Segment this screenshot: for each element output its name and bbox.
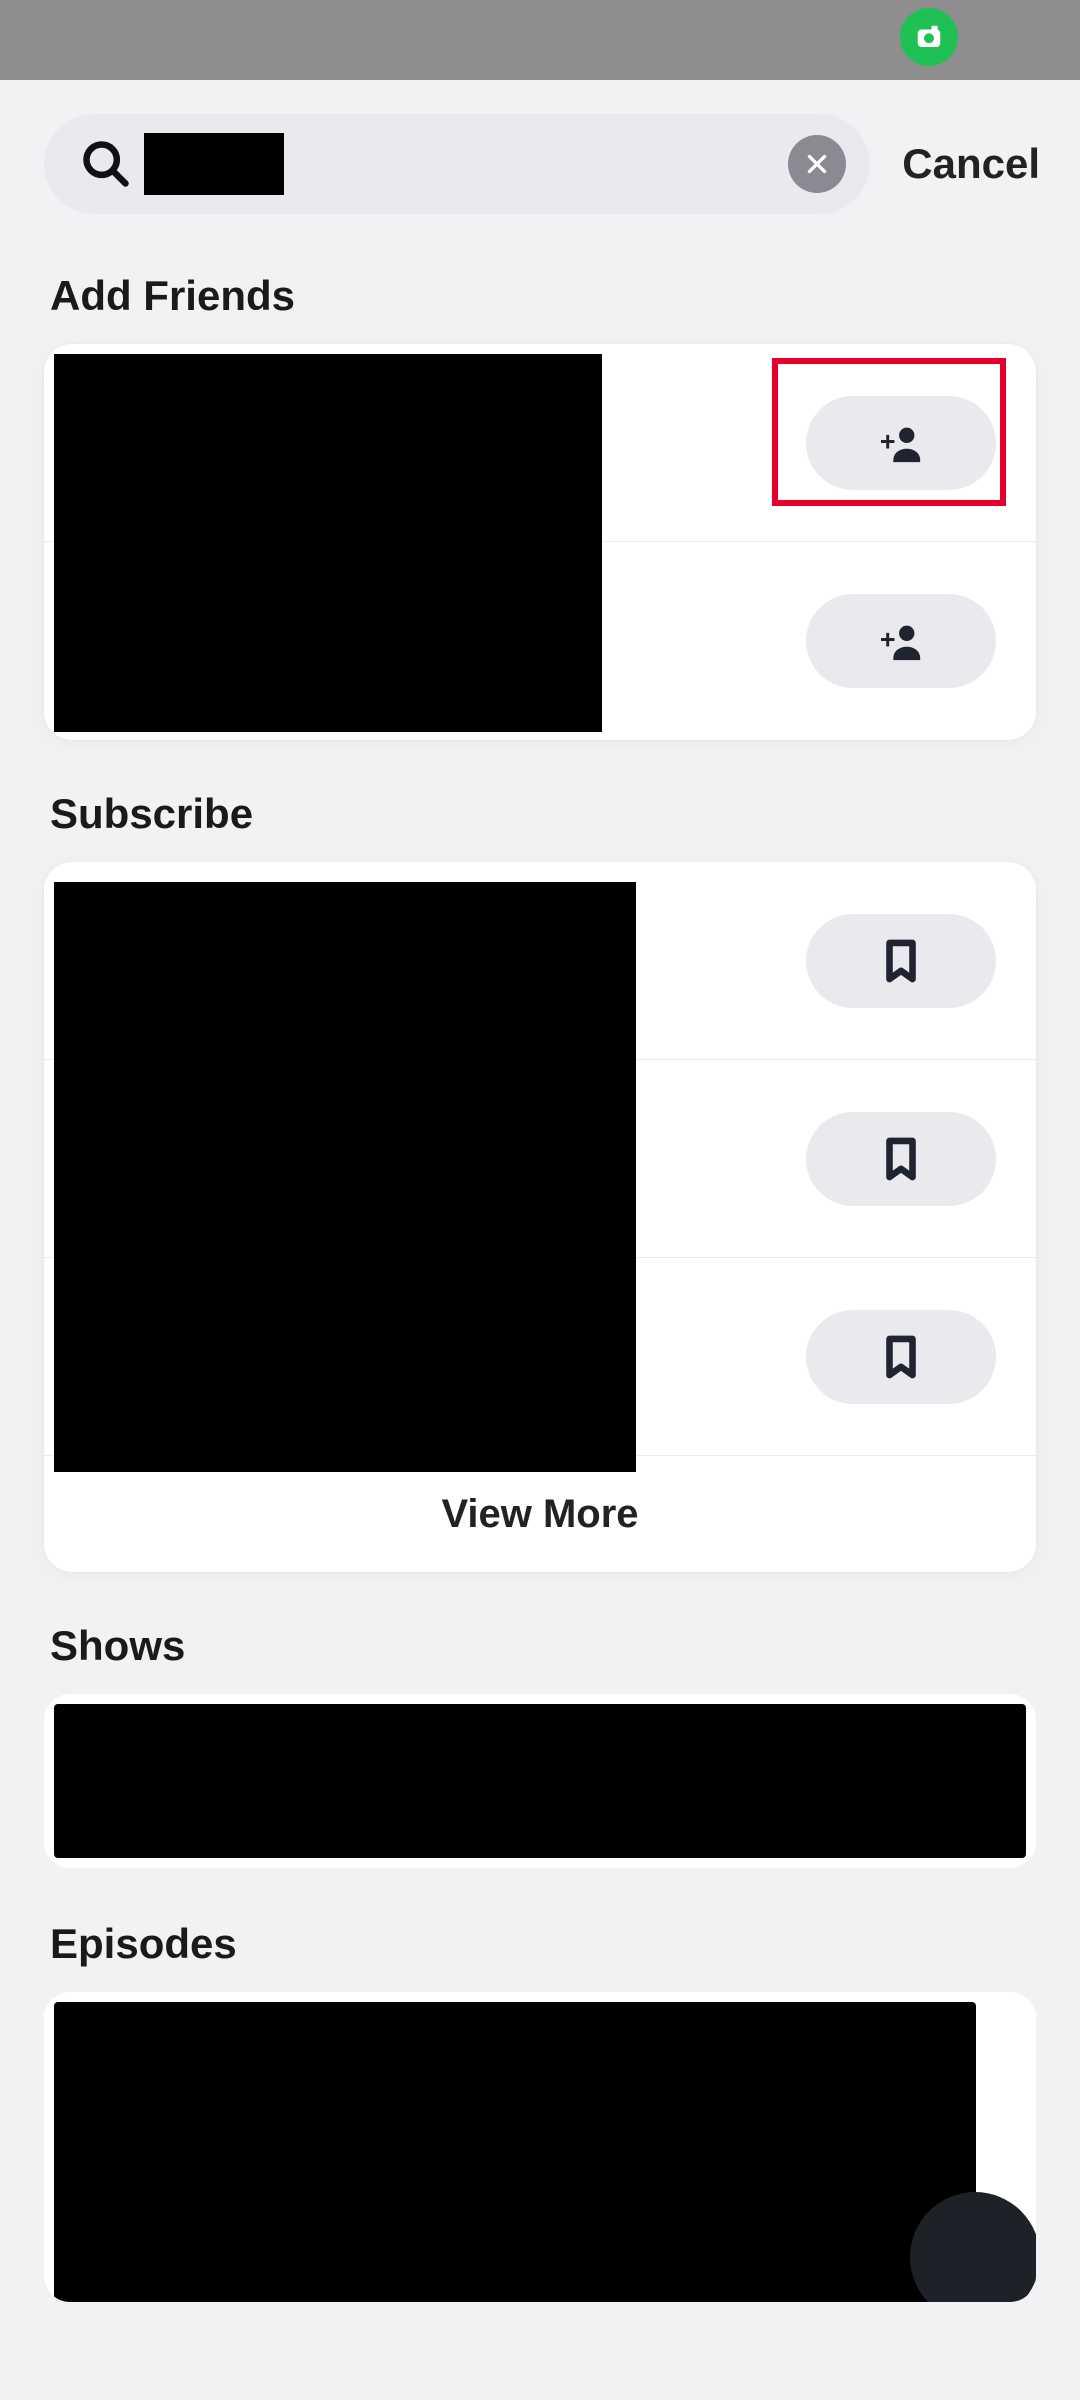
search-icon [80, 138, 132, 190]
add-friends-card: + + [44, 344, 1036, 740]
search-query-redacted [144, 133, 284, 195]
view-more-button[interactable]: View More [44, 1456, 1036, 1572]
search-field[interactable] [44, 114, 870, 214]
shows-content-redacted [54, 1704, 1026, 1858]
section-title-episodes: Episodes [0, 1902, 1080, 1992]
bookmark-icon [878, 1136, 924, 1182]
cancel-button[interactable]: Cancel [902, 140, 1040, 188]
section-title-add-friends: Add Friends [0, 254, 1080, 344]
subscribe-rows-redacted [54, 882, 636, 1472]
add-person-icon: + [878, 420, 924, 466]
subscribe-button[interactable] [806, 1310, 996, 1404]
close-icon [804, 151, 830, 177]
episodes-content-redacted [54, 2002, 976, 2302]
section-title-shows: Shows [0, 1604, 1080, 1694]
subscribe-button[interactable] [806, 1112, 996, 1206]
bookmark-icon [878, 938, 924, 984]
bookmark-icon [878, 1334, 924, 1380]
svg-text:+: + [880, 426, 896, 456]
add-person-icon: + [878, 618, 924, 664]
shows-card[interactable] [44, 1694, 1036, 1868]
svg-text:+: + [880, 625, 896, 655]
camera-badge-icon [900, 8, 958, 66]
episodes-card[interactable] [44, 1992, 1036, 2302]
friend-rows-redacted [54, 354, 602, 732]
status-bar [0, 0, 1080, 80]
clear-search-button[interactable] [788, 135, 846, 193]
add-friend-button[interactable]: + [806, 396, 996, 490]
search-header: Cancel [0, 80, 1080, 254]
subscribe-card: View More [44, 862, 1036, 1572]
section-title-subscribe: Subscribe [0, 772, 1080, 862]
subscribe-button[interactable] [806, 914, 996, 1008]
add-friend-button[interactable]: + [806, 594, 996, 688]
